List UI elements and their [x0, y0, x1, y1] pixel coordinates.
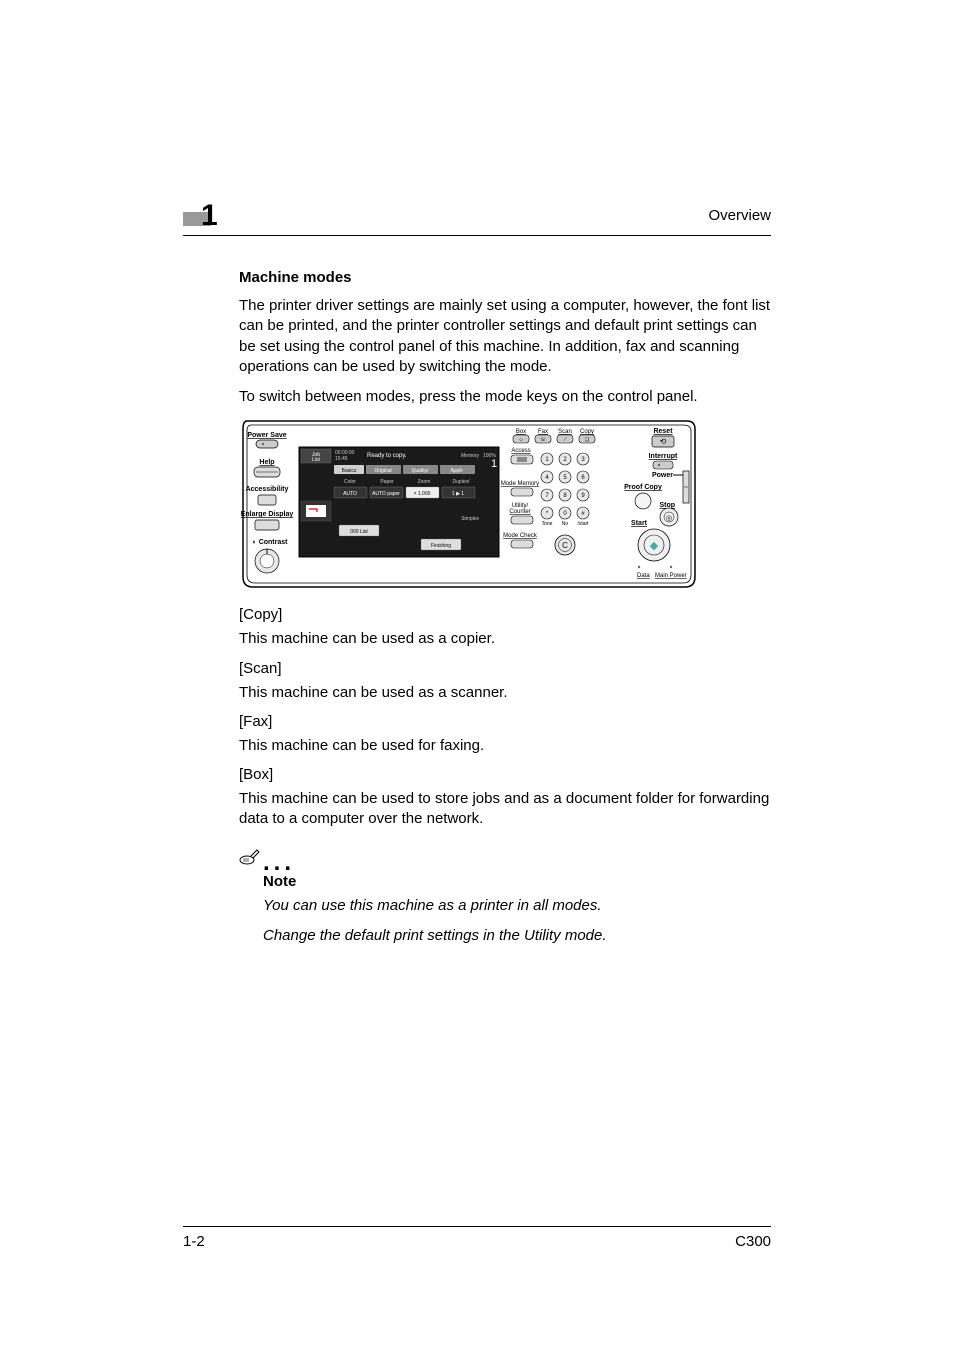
svg-text:Appli-: Appli- — [451, 468, 464, 474]
interrupt-button[interactable] — [653, 461, 673, 469]
svg-text:1: 1 — [491, 458, 497, 470]
mode-memory-button[interactable] — [511, 488, 533, 496]
svg-text:Zoom: Zoom — [418, 479, 431, 485]
svg-text:Scan: Scan — [558, 429, 572, 435]
note-icon — [237, 846, 261, 870]
mode-label-scan: [Scan] — [239, 660, 771, 677]
enlarge-display-label: Enlarge Display — [241, 511, 294, 518]
svg-text:Duplex/: Duplex/ — [453, 479, 471, 485]
note-text-2: Change the default print settings in the… — [263, 926, 771, 946]
chapter-number: 1 — [201, 199, 218, 233]
svg-text:AUTO paper: AUTO paper — [372, 491, 400, 497]
svg-text:☏: ☏ — [540, 437, 546, 443]
svg-text:Simplex: Simplex — [461, 516, 479, 522]
svg-text:Ready to copy.: Ready to copy. — [367, 453, 407, 459]
chapter-marker: 1 — [183, 205, 218, 233]
svg-text:/start: /start — [577, 521, 589, 527]
svg-text:Box: Box — [516, 429, 526, 435]
svg-text:Main Power: Main Power — [655, 573, 687, 579]
mode-desc-copy: This machine can be used as a copier. — [239, 629, 771, 649]
section-heading: Machine modes — [239, 269, 771, 286]
svg-text:Tone: Tone — [542, 521, 553, 527]
svg-text:Reset: Reset — [653, 428, 673, 435]
svg-text:15:45: 15:45 — [335, 456, 348, 462]
svg-text:Color: Color — [344, 479, 356, 485]
svg-text:⟋: ⟋ — [563, 437, 567, 443]
svg-text:Data: Data — [637, 573, 650, 579]
accessibility-button[interactable] — [258, 495, 276, 505]
svg-text:000 List: 000 List — [350, 529, 368, 535]
mode-label-copy: [Copy] — [239, 606, 771, 623]
svg-text:Fax: Fax — [538, 429, 548, 435]
svg-text:Memory: Memory — [461, 453, 480, 459]
power-save-label: Power Save — [247, 432, 286, 439]
svg-text:Proof Copy: Proof Copy — [624, 484, 662, 491]
svg-text:Copy: Copy — [580, 429, 594, 435]
svg-text:⟲: ⟲ — [660, 437, 667, 446]
svg-text:Basics: Basics — [342, 468, 357, 474]
footer-model: C300 — [735, 1233, 771, 1250]
svg-text:No: No — [562, 521, 569, 527]
svg-text:Mode Memory: Mode Memory — [501, 481, 539, 487]
svg-text:Interrupt: Interrupt — [649, 453, 678, 460]
mode-desc-fax: This machine can be used for faxing. — [239, 736, 771, 756]
svg-text:× 1.000: × 1.000 — [414, 491, 431, 497]
svg-text:◆: ◆ — [650, 540, 659, 552]
header-rule — [183, 235, 771, 236]
section-para-2: To switch between modes, press the mode … — [239, 387, 771, 407]
footer-page-number: 1-2 — [183, 1233, 205, 1250]
mode-desc-scan: This machine can be used as a scanner. — [239, 683, 771, 703]
svg-text:Paper: Paper — [380, 479, 394, 485]
svg-text:❏: ❏ — [585, 437, 590, 443]
help-label: Help — [259, 459, 274, 466]
mode-check-button[interactable] — [511, 540, 533, 548]
accessibility-label: Accessibility — [246, 486, 289, 493]
svg-text:1 ▶ 1: 1 ▶ 1 — [452, 491, 464, 497]
enlarge-display-button[interactable] — [255, 520, 279, 530]
svg-text:Finishing: Finishing — [431, 543, 451, 549]
contrast-label: ◐ Contrast — [253, 539, 289, 546]
svg-text:List: List — [312, 457, 320, 463]
proof-copy-button[interactable] — [635, 493, 651, 509]
svg-text:Mode Check: Mode Check — [503, 533, 538, 539]
footer-rule — [183, 1226, 771, 1227]
svg-text:Quality/: Quality/ — [412, 468, 430, 474]
svg-text:Power: Power — [652, 472, 673, 479]
svg-text:Access: Access — [511, 448, 530, 454]
svg-text:Counter: Counter — [509, 509, 530, 515]
note-heading: Note — [263, 873, 771, 890]
svg-text:AUTO: AUTO — [343, 491, 357, 497]
header-title: Overview — [708, 207, 771, 224]
note-text-1: You can use this machine as a printer in… — [263, 896, 771, 916]
mode-desc-box: This machine can be used to store jobs a… — [239, 789, 771, 830]
section-para-1: The printer driver settings are mainly s… — [239, 296, 771, 377]
svg-text:⬦: ⬦ — [519, 437, 523, 443]
svg-text:Original: Original — [374, 468, 391, 474]
svg-text:Start: Start — [631, 520, 648, 527]
mode-label-box: [Box] — [239, 766, 771, 783]
utility-counter-button[interactable] — [511, 516, 533, 524]
svg-text:◎: ◎ — [666, 515, 672, 522]
power-save-button[interactable] — [256, 440, 278, 448]
control-panel-illustration: Power Save Help Accessibility Enlarge Di… — [239, 417, 699, 592]
mode-label-fax: [Fax] — [239, 713, 771, 730]
svg-text:C: C — [562, 541, 568, 550]
